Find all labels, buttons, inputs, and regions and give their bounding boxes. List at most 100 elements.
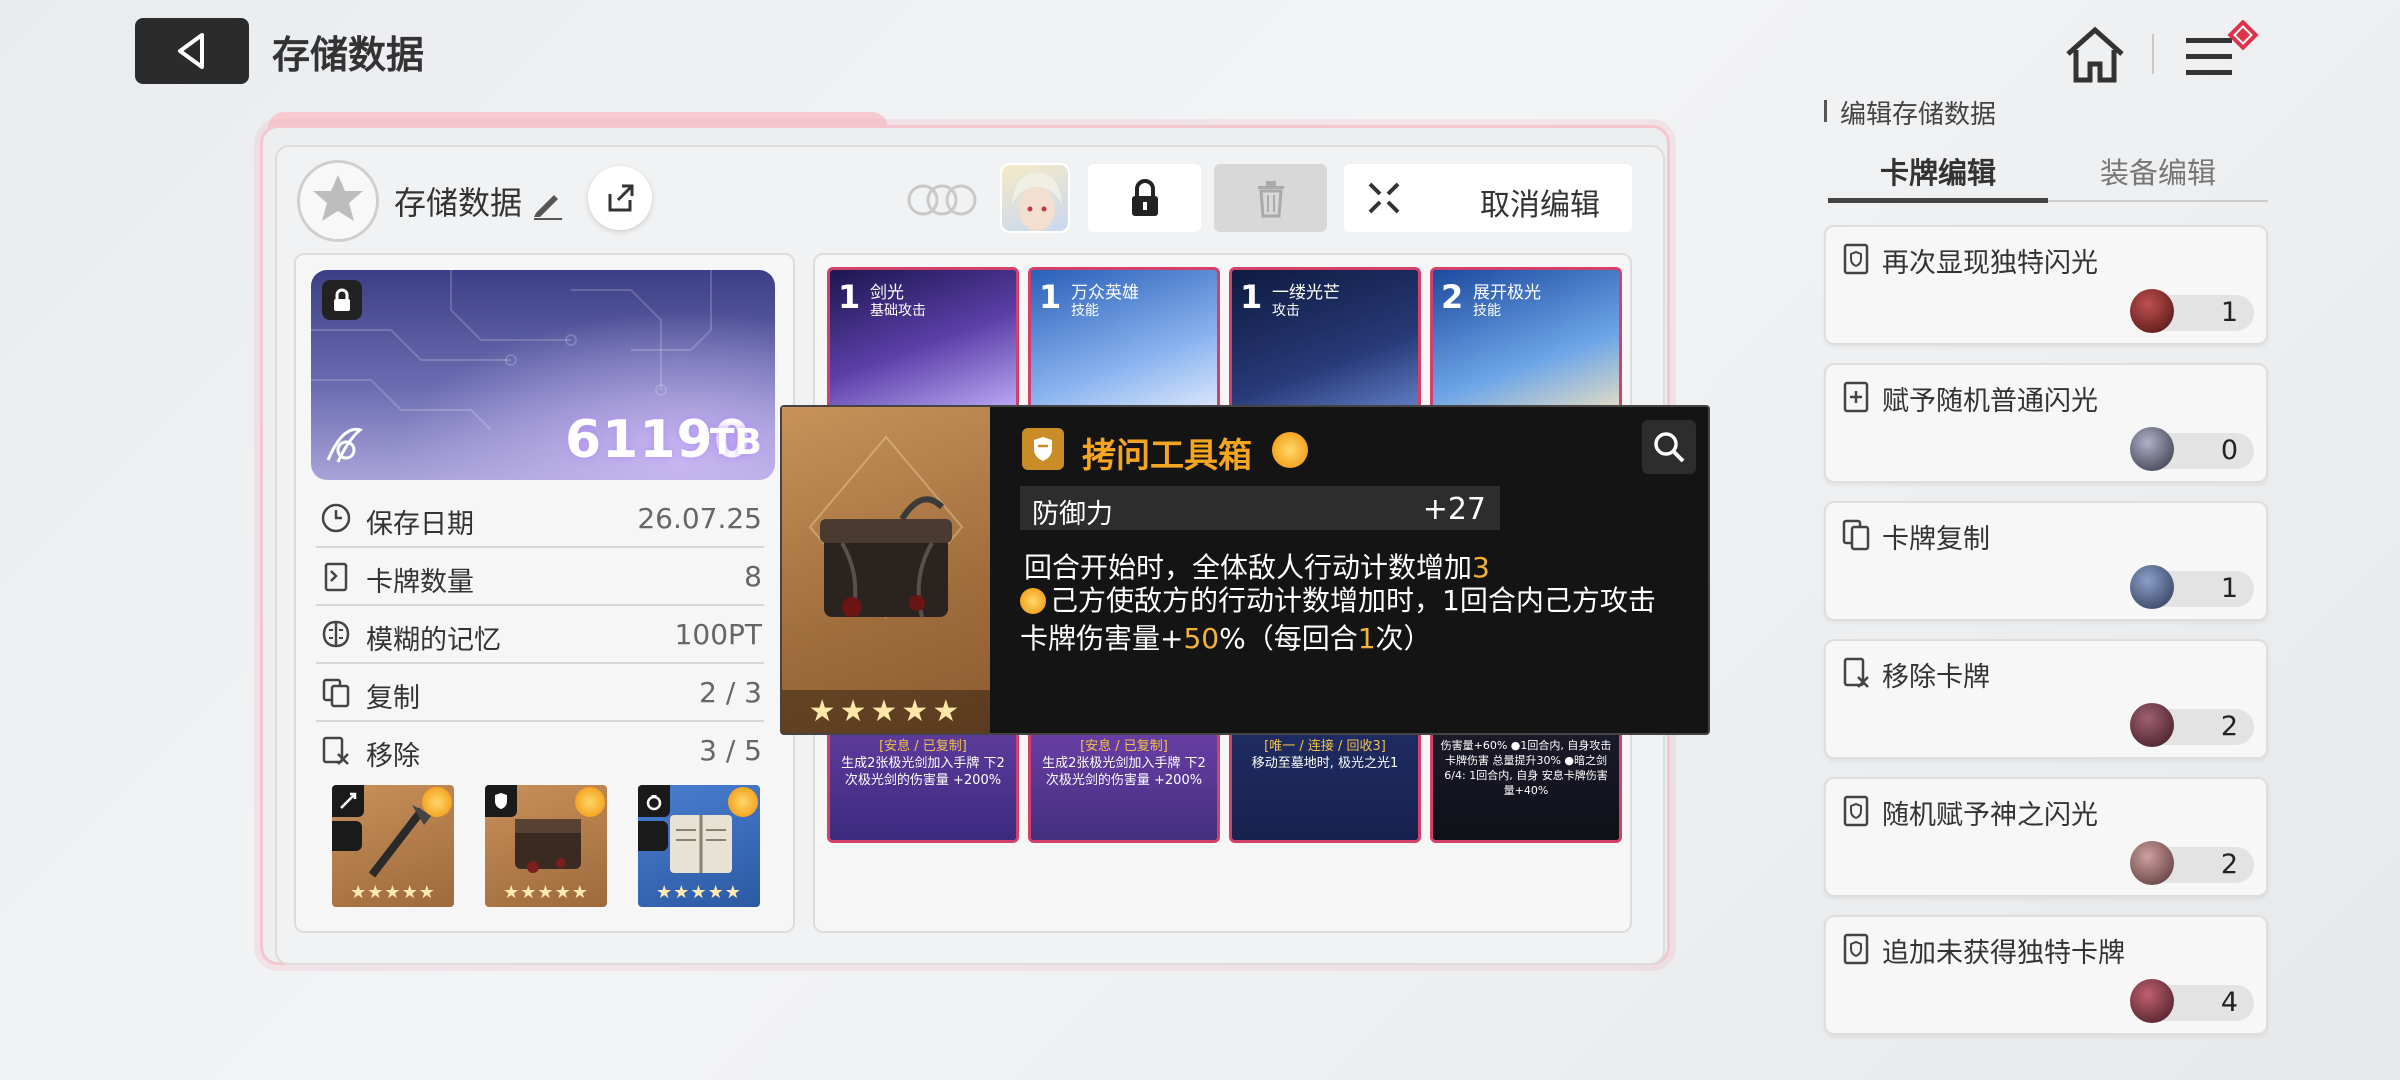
cost-orb-icon	[2130, 979, 2174, 1023]
option-label: 赋予随机普通闪光	[1882, 386, 2098, 417]
emblem-sub-icon	[332, 821, 362, 851]
save-name: 存储数据	[394, 184, 523, 222]
copy-icon	[1842, 519, 1870, 551]
sidebar-title: 编辑存储数据	[1840, 100, 1997, 130]
option-random-normal-flash[interactable]: 赋予随机普通闪光 0	[1824, 363, 2268, 483]
stat-value: 8	[744, 560, 762, 593]
option-cost: 0	[2130, 427, 2254, 471]
card-cost: 1	[1240, 278, 1263, 316]
card-tag: [安息 / 已复制]	[1080, 739, 1168, 754]
stat-row-fuzzy-memory: 模糊的记忆 100PT	[316, 606, 764, 664]
option-random-god-flash[interactable]: 随机赋予神之闪光 2	[1824, 777, 2268, 897]
star-emblem-icon	[313, 175, 363, 221]
sun-icon	[1272, 432, 1308, 468]
cost-value: 2	[2220, 849, 2238, 880]
sun-icon	[575, 787, 605, 817]
item-effect-2: 己方使敌方的行动计数增加时，1回合内己方攻击卡牌伤害量+50%（每回合1次）	[1020, 582, 1680, 658]
character-avatar[interactable]	[1000, 163, 1070, 233]
menu-icon	[2186, 19, 2259, 75]
card-description: [唯一 / 连接 / 回收3] 移动至墓地时, 极光之光1	[1232, 730, 1418, 840]
equipment-stars: ★★★★★	[350, 882, 436, 903]
card-shield-icon	[1843, 795, 1869, 827]
back-button[interactable]	[135, 18, 249, 84]
equipment-stars: ★★★★★	[503, 882, 589, 903]
sun-icon	[728, 787, 758, 817]
close-icon	[1368, 182, 1400, 214]
top-divider	[2152, 34, 2154, 74]
stat-row-remove: 移除 3 / 5	[316, 722, 764, 778]
item-effect-1: 回合开始时，全体敌人行动计数增加3	[1024, 546, 1490, 586]
card-shield-icon	[1843, 243, 1869, 275]
copy-icon	[322, 678, 350, 708]
card-icon	[324, 562, 348, 592]
item-stat-label: 防御力	[1032, 499, 1113, 530]
card-description: 伤害量+60% ●1回合内, 自身攻击卡牌伤害 总量提升30% ●暗之剑6/4:…	[1433, 730, 1619, 840]
stat-row-save-date: 保存日期 26.07.25	[316, 490, 764, 548]
remove-card-icon	[1843, 657, 1869, 688]
option-label: 再次显现独特闪光	[1882, 248, 2098, 279]
equipment-accessory[interactable]: ★★★★★	[638, 785, 760, 907]
effect1-number: 3	[1472, 551, 1490, 584]
stat-label: 模糊的记忆	[366, 625, 501, 656]
effect1-text: 回合开始时，全体敌人行动计数增加	[1024, 551, 1473, 584]
option-cost: 2	[2130, 841, 2254, 885]
equipment-armor[interactable]: ★★★★★	[485, 785, 607, 907]
equipment-weapon[interactable]: ★★★★★	[332, 785, 454, 907]
option-card-copy[interactable]: 卡牌复制 1	[1824, 501, 2268, 621]
armor-type-icon	[1022, 428, 1064, 470]
lock-button[interactable]	[1088, 164, 1201, 232]
card-description: [安息 / 已复制] 生成2张极光剑加入手牌 下2次极光剑的伤害量 +200%	[830, 730, 1016, 840]
cost-orb-icon	[2130, 427, 2174, 471]
option-cost: 4	[2130, 979, 2254, 1023]
option-remove-card[interactable]: 移除卡牌 2	[1824, 639, 2268, 759]
option-add-unique-card[interactable]: 追加未获得独特卡牌 4	[1824, 915, 2268, 1035]
stat-label: 复制	[366, 683, 420, 714]
emblem-sub-icon	[638, 821, 668, 851]
lock-icon	[1131, 179, 1158, 216]
stat-label: 卡牌数量	[366, 567, 474, 598]
card-cost: 1	[1039, 278, 1062, 316]
share-icon	[608, 184, 634, 212]
card-type: 基础攻击	[870, 303, 926, 319]
home-button[interactable]	[2060, 20, 2130, 90]
tab-card-edit[interactable]: 卡牌编辑	[1828, 150, 2048, 200]
cancel-edit-label: 取消编辑	[1480, 188, 1600, 223]
search-button[interactable]	[1642, 420, 1696, 474]
menu-button[interactable]	[2180, 19, 2260, 90]
share-button[interactable]	[588, 166, 652, 230]
option-label: 随机赋予神之闪光	[1882, 800, 2098, 831]
item-image	[782, 407, 990, 733]
effect2-text-c: 次）	[1375, 622, 1432, 655]
rings-decoration	[905, 180, 980, 220]
sidebar-title-bar	[1824, 100, 1827, 122]
back-arrow-icon	[178, 33, 204, 69]
stat-value: 2 / 3	[699, 676, 762, 709]
storage-unit: TB	[710, 422, 762, 463]
effect2-number-1: 50	[1183, 622, 1220, 655]
cancel-edit-button[interactable]: 取消编辑	[1344, 164, 1632, 232]
option-cost: 1	[2130, 289, 2254, 333]
cost-value: 0	[2220, 435, 2238, 466]
card-tag: [安息 / 已复制]	[879, 739, 967, 754]
ring-type-icon	[638, 785, 670, 817]
tab-equip-edit[interactable]: 装备编辑	[2048, 150, 2268, 200]
card-desc-text: 生成2张极光剑加入手牌 下2次极光剑的伤害量 +200%	[1042, 756, 1206, 788]
sword-type-icon	[332, 785, 364, 817]
option-label: 移除卡牌	[1882, 662, 1990, 693]
equipment-stars: ★★★★★	[656, 882, 742, 903]
pencil-icon[interactable]	[530, 185, 566, 221]
option-label: 卡牌复制	[1882, 524, 1990, 555]
cost-orb-icon	[2130, 565, 2174, 609]
option-label: 追加未获得独特卡牌	[1882, 938, 2125, 969]
delete-button[interactable]	[1214, 164, 1327, 232]
home-icon	[2066, 26, 2124, 83]
card-desc-text: 移动至墓地时, 极光之光1	[1251, 756, 1399, 771]
trash-icon	[1257, 181, 1284, 218]
sun-icon	[422, 787, 452, 817]
card-desc-text: 生成2张极光剑加入手牌 下2次极光剑的伤害量 +200%	[841, 756, 1005, 788]
card-type: 技能	[1071, 303, 1099, 319]
option-reveal-unique-flash[interactable]: 再次显现独特闪光 1	[1824, 225, 2268, 345]
emblem-logo-icon	[318, 420, 368, 470]
cost-orb-icon	[2130, 289, 2174, 333]
option-cost: 2	[2130, 703, 2254, 747]
